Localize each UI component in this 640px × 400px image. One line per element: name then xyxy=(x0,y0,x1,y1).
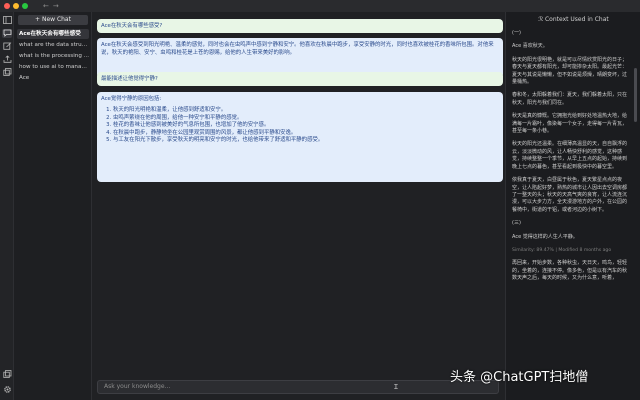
knowledge-input[interactable]: Ask your knowledge... xyxy=(97,380,499,394)
icon-rail xyxy=(0,12,14,400)
context-title: Context Used in Chat xyxy=(544,16,609,23)
context-header: ℛ Context Used in Chat xyxy=(506,15,640,25)
chat-list-item[interactable]: how to use ai to manag... xyxy=(17,62,89,72)
close-window-button[interactable] xyxy=(4,3,10,9)
back-arrow-icon[interactable]: ← xyxy=(43,0,49,12)
context-body: (一) Ace 喜欢秋天。 秋天的阳光很明艳，就是可以尽情欣赏阳光的日子；春天与… xyxy=(512,30,629,289)
answer-list: 秋天的阳光明艳和温柔，让他感到舒适和安宁。 虫鸣声萦绕在他的周围，给他一种安宁和… xyxy=(113,107,499,145)
context-paragraph: Ace 觉得这样的人生人平静。 xyxy=(512,233,578,240)
answer-intro: Ace觉得宁静的原因包括: xyxy=(101,96,162,102)
title-bar: ← → xyxy=(0,0,640,12)
maximize-window-button[interactable] xyxy=(22,3,28,9)
chat-list-sidebar: + New Chat Ace在秋天会有哪些感受 what are the dat… xyxy=(14,12,92,400)
context-paragraph: 秋天的阳光还温柔。在细薄高温显的天，自自飘浮的云，淡淡微动的风，让人畅快舒利的感… xyxy=(512,141,628,170)
app-window: ← → + New Chat Ace在秋天会有哪些感受 what are the… xyxy=(0,0,640,400)
context-paragraph: Ace 喜欢秋天。 xyxy=(512,43,548,50)
context-paragraph: 再回来，开始步数，各种秋虫，天日天，鸣鸟，轻轻的，坐着的，连接不停。像多色，但是… xyxy=(512,260,628,282)
chat-list-item[interactable]: what are the data struc... xyxy=(17,40,89,50)
watermark-text: 头条 @ChatGPT扫地僧 xyxy=(450,370,589,385)
minimize-window-button[interactable] xyxy=(13,3,19,9)
text-cursor-icon: Ɪ xyxy=(394,383,398,391)
context-paragraph: 秋天是真的慷慨。它拥抱光给到好处地温热大地，给满每一片霜叶，像染每一个女子，走得… xyxy=(512,113,628,135)
nav-arrows: ← → xyxy=(43,0,59,12)
chat-list-item[interactable]: what is the processing ... xyxy=(17,51,89,61)
copy-icon[interactable] xyxy=(2,68,12,77)
context-paragraph: (三) xyxy=(512,220,521,227)
context-paragraph: 春和冬，太阳躲着我们：夏天，我们躲着太阳，只在秋天，阳光与我们同在。 xyxy=(512,92,628,106)
new-chat-button[interactable]: + New Chat xyxy=(18,15,88,25)
gear-icon[interactable] xyxy=(2,385,12,394)
sidebar-icon[interactable] xyxy=(2,16,12,25)
upload-icon[interactable] xyxy=(2,55,12,64)
context-paragraph: 秋天的阳光很明艳，就是可以尽情欣赏阳光的日子；春天与夏天都有阳光，却可能掺杂太阳… xyxy=(512,56,628,86)
user-message: Ace在秋天会有哪些感受? xyxy=(97,19,503,33)
user-message: 最能描述让他觉得宁静? xyxy=(97,72,503,86)
context-paragraph: (一) xyxy=(512,30,521,36)
forward-arrow-icon[interactable]: → xyxy=(53,0,59,12)
chat-main: Ace在秋天会有哪些感受? Ace在秋天会感受到阳光明艳、温柔的感觉，同时也会在… xyxy=(92,12,505,400)
chat-list-item[interactable]: Ace在秋天会有哪些感受 xyxy=(17,29,89,39)
context-icon: ℛ xyxy=(538,16,544,23)
list-item: 桂花的香味让他感到被美好的气息所包围，也增加了他的安宁感。 xyxy=(113,122,499,130)
context-meta: Similarity: 89.47% | Modified 8 months a… xyxy=(512,247,612,253)
context-panel: ℛ Context Used in Chat (一) Ace 喜欢秋天。 秋天的… xyxy=(505,12,640,400)
context-scrollbar[interactable] xyxy=(634,68,637,122)
chat-icon[interactable] xyxy=(2,29,12,38)
assistant-message: Ace觉得宁静的原因包括: 秋天的阳光明艳和温柔，让他感到舒适和安宁。 虫鸣声萦… xyxy=(97,92,503,182)
context-paragraph: 依我真于夏天，白昼属于秋色，夏天繁星点点的夜空，让人陷起好梦，熟热的城市让人因出… xyxy=(512,177,628,213)
edit-icon[interactable] xyxy=(2,42,12,51)
list-item: 秋天的阳光明艳和温柔，让他感到舒适和安宁。 xyxy=(113,107,499,115)
list-item: 与工友在阳光下散步，享受秋天的明亮和安宁的时光，也给他带来了舒适和平静的感受。 xyxy=(113,137,499,145)
copy-icon[interactable] xyxy=(2,370,12,379)
chat-list-item[interactable]: Ace xyxy=(17,73,89,83)
